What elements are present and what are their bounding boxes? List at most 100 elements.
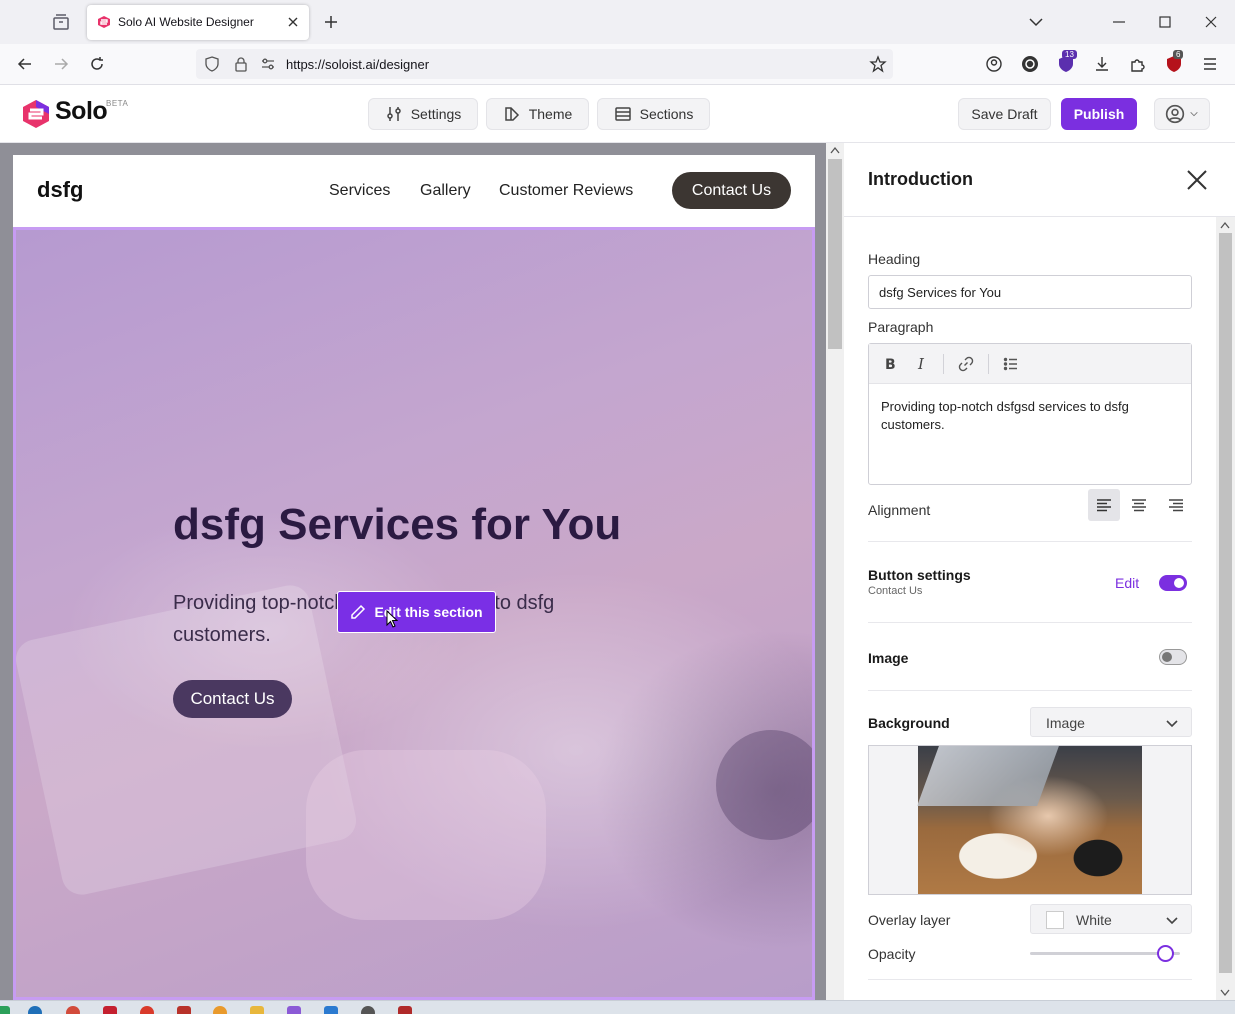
scroll-down-arrow-icon[interactable] [1220,989,1230,997]
panel-scrollbar-thumb[interactable] [1219,233,1232,973]
chevron-down-icon[interactable] [1027,13,1045,31]
save-draft-button[interactable]: Save Draft [958,98,1051,130]
chevron-down-icon [1166,720,1178,728]
bookmark-star-icon[interactable] [869,55,887,73]
align-left-button[interactable] [1088,489,1120,521]
url-bar[interactable]: https://soloist.ai/designer [196,49,893,79]
app-header: Solo BETA Settings Theme Sections Save D… [0,85,1235,143]
publish-button[interactable]: Publish [1061,98,1137,130]
forward-icon[interactable] [52,55,70,73]
extension-at-icon[interactable] [1021,55,1039,73]
taskbar-app-icon[interactable] [103,1006,117,1014]
preview-scrollbar-thumb[interactable] [828,159,842,349]
bullet-list-icon[interactable] [1002,355,1020,373]
chevron-down-icon [1190,112,1198,117]
background-label: Background [868,715,950,731]
background-image-preview[interactable] [868,745,1192,895]
site-brand[interactable]: dsfg [37,177,83,203]
url-text[interactable]: https://soloist.ai/designer [286,57,429,72]
minimize-icon[interactable] [1110,13,1128,31]
beta-badge: BETA [106,99,129,108]
overlay-layer-select[interactable]: White [1030,904,1192,934]
button-settings-edit-link[interactable]: Edit [1115,575,1139,591]
taskbar-app-icon[interactable] [0,1006,10,1014]
site-nav-contact-label: Contact Us [691,181,772,199]
paragraph-editor[interactable]: B I Providing top-notch dsfgsd services … [868,343,1192,485]
extensions-puzzle-icon[interactable] [1129,55,1147,73]
menu-icon[interactable] [1201,55,1219,73]
os-taskbar [0,1000,1235,1014]
taskbar-app-icon[interactable] [287,1006,301,1014]
reload-icon[interactable] [88,55,106,73]
preview-scrollbar[interactable] [826,143,844,1000]
app-logo[interactable]: Solo [55,97,108,126]
button-settings-label: Button settings [868,567,971,583]
panel-divider [868,690,1192,691]
chevron-down-icon [1166,917,1178,925]
settings-button[interactable]: Settings [368,98,478,130]
paragraph-label: Paragraph [868,319,934,335]
italic-icon[interactable]: I [913,355,931,373]
background-select-value: Image [1046,715,1085,731]
taskbar-app-icon[interactable] [250,1006,264,1014]
maximize-icon[interactable] [1156,13,1174,31]
taskbar-app-icon[interactable] [177,1006,191,1014]
taskbar-app-icon[interactable] [398,1006,412,1014]
paragraph-text[interactable]: Providing top-notch dsfgsd services to d… [881,398,1181,434]
align-right-button[interactable] [1160,489,1192,521]
site-preview-canvas: dsfg Services Gallery Customer Reviews C… [0,143,826,1000]
site-nav-services[interactable]: Services [329,182,390,200]
panel-scrollbar[interactable] [1216,217,1235,1000]
background-select[interactable]: Image [1030,707,1192,737]
save-draft-label: Save Draft [971,106,1038,122]
publish-label: Publish [1073,106,1125,122]
site-permissions-icon[interactable] [260,56,276,72]
browser-tab-bar: Solo AI Website Designer [0,0,1235,44]
close-window-icon[interactable] [1202,13,1220,31]
button-settings-toggle[interactable] [1159,575,1187,591]
solo-logo-icon[interactable] [22,99,50,129]
edit-section-button[interactable]: Edit this section [337,591,496,633]
shield-icon[interactable] [204,56,220,72]
new-tab-icon[interactable] [322,13,340,31]
tab-title: Solo AI Website Designer [118,15,254,29]
tab-overview-icon[interactable] [52,13,70,31]
theme-button[interactable]: Theme [486,98,589,130]
taskbar-app-icon[interactable] [140,1006,154,1014]
site-nav-customer-reviews[interactable]: Customer Reviews [499,182,633,200]
user-menu-button[interactable] [1154,98,1210,130]
sections-button[interactable]: Sections [597,98,710,130]
link-icon[interactable] [957,355,975,373]
extension-badge: 13 [1062,50,1077,59]
browser-tab[interactable]: Solo AI Website Designer [87,5,309,40]
scroll-up-arrow-icon[interactable] [1220,221,1230,229]
site-nav-gallery[interactable]: Gallery [420,182,471,200]
align-center-button[interactable] [1123,489,1155,521]
bold-icon[interactable]: B [881,355,899,373]
hero-section[interactable]: dsfg Services for You Providing top-notc… [13,227,815,1000]
opacity-slider-handle[interactable] [1156,945,1174,962]
taskbar-app-icon[interactable] [66,1006,80,1014]
site-nav-contact-button[interactable]: Contact Us [672,172,791,209]
browser-nav-bar: https://soloist.ai/designer 13 6 [0,44,1235,85]
scroll-up-arrow-icon[interactable] [830,146,840,154]
taskbar-app-icon[interactable] [28,1006,42,1014]
account-icon[interactable] [985,55,1003,73]
close-tab-icon[interactable] [287,16,299,28]
settings-label: Settings [410,106,462,122]
taskbar-app-icon[interactable] [324,1006,338,1014]
image-toggle[interactable] [1159,649,1187,665]
back-icon[interactable] [16,55,34,73]
lock-icon[interactable] [233,56,249,72]
taskbar-app-icon[interactable] [213,1006,227,1014]
downloads-icon[interactable] [1093,55,1111,73]
panel-header: Introduction [844,143,1235,217]
user-avatar-icon [1165,104,1185,124]
alignment-label: Alignment [868,502,931,518]
solo-favicon-icon [98,16,110,28]
close-icon[interactable] [1184,167,1210,193]
svg-text:B: B [885,357,896,373]
heading-input[interactable]: dsfg Services for You [868,275,1192,309]
taskbar-app-icon[interactable] [361,1006,375,1014]
hero-contact-button[interactable]: Contact Us [173,680,292,718]
